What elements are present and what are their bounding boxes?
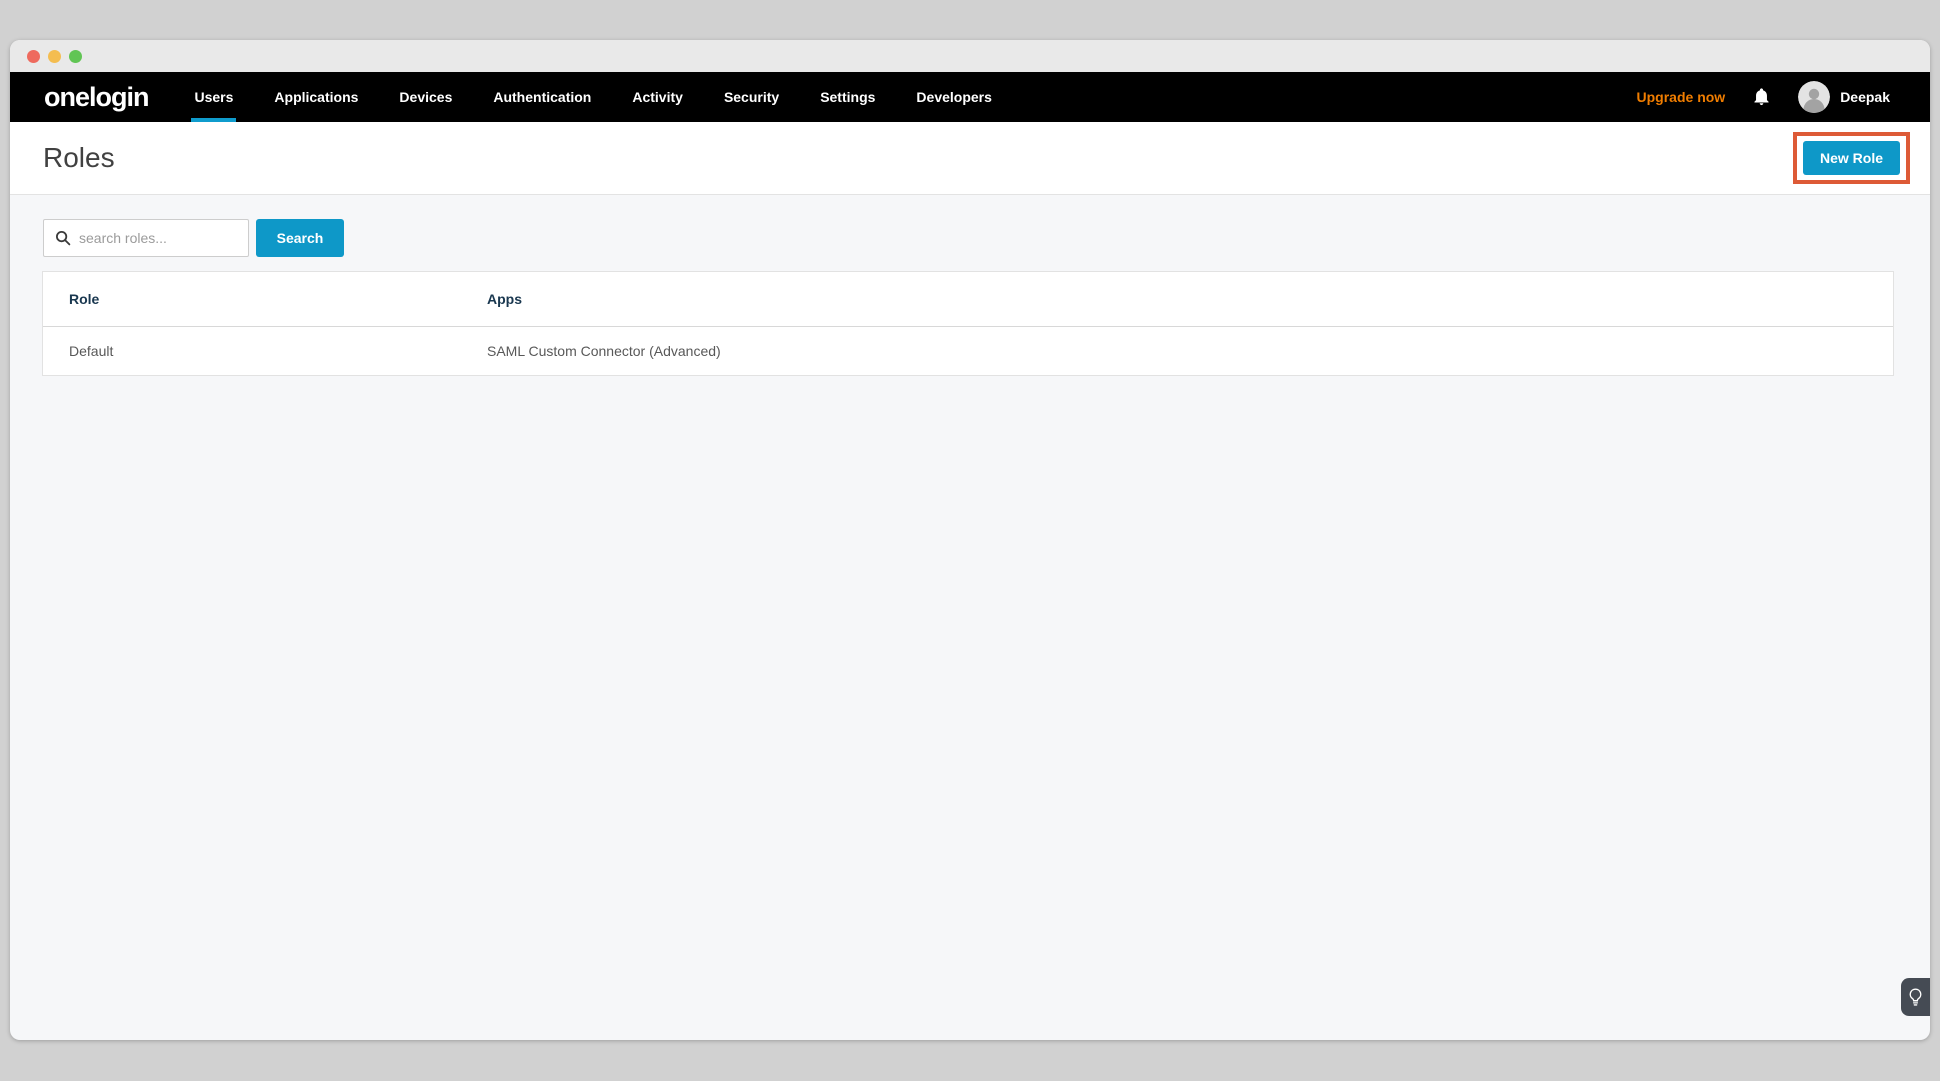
nav-item-applications[interactable]: Applications	[274, 72, 358, 122]
search-box	[43, 219, 249, 257]
user-name-label: Deepak	[1840, 89, 1890, 105]
nav-item-users[interactable]: Users	[194, 72, 233, 122]
table-header-row: Role Apps	[43, 272, 1893, 327]
new-role-button[interactable]: New Role	[1803, 141, 1900, 175]
nav-right-cluster: Upgrade now Deepak	[1637, 72, 1890, 122]
window-close-button[interactable]	[27, 50, 40, 63]
window-minimize-button[interactable]	[48, 50, 61, 63]
window-maximize-button[interactable]	[69, 50, 82, 63]
annotation-highlight-box: New Role	[1793, 132, 1910, 184]
page-header: Roles New Role	[10, 122, 1930, 195]
role-apps-cell: SAML Custom Connector (Advanced)	[487, 343, 1893, 359]
search-input[interactable]	[79, 230, 248, 246]
search-button[interactable]: Search	[256, 219, 344, 257]
table-row[interactable]: Default SAML Custom Connector (Advanced)	[43, 327, 1893, 375]
onelogin-logo[interactable]: onelogin	[44, 82, 148, 113]
window-titlebar	[10, 40, 1930, 72]
nav-item-devices[interactable]: Devices	[399, 72, 452, 122]
upgrade-now-link[interactable]: Upgrade now	[1637, 89, 1726, 105]
search-row: Search	[43, 219, 1930, 257]
nav-item-authentication[interactable]: Authentication	[493, 72, 591, 122]
nav-item-settings[interactable]: Settings	[820, 72, 875, 122]
role-name-cell: Default	[69, 343, 487, 359]
nav-item-security[interactable]: Security	[724, 72, 779, 122]
search-icon	[55, 230, 71, 246]
notifications-button[interactable]	[1752, 87, 1771, 107]
column-header-role: Role	[69, 291, 487, 307]
help-lightbulb-button[interactable]	[1901, 978, 1930, 1016]
nav-bar: onelogin Users Applications Devices Auth…	[10, 72, 1930, 122]
browser-window: onelogin Users Applications Devices Auth…	[10, 40, 1930, 1040]
avatar	[1798, 81, 1830, 113]
nav-item-activity[interactable]: Activity	[632, 72, 683, 122]
nav-item-developers[interactable]: Developers	[916, 72, 991, 122]
user-avatar-icon	[1798, 81, 1830, 113]
user-menu[interactable]: Deepak	[1798, 81, 1890, 113]
column-header-apps: Apps	[487, 291, 1893, 307]
roles-table: Role Apps Default SAML Custom Connector …	[42, 271, 1894, 376]
page-title: Roles	[43, 142, 115, 174]
bell-icon	[1752, 87, 1771, 107]
nav-items: Users Applications Devices Authenticatio…	[194, 72, 991, 122]
lightbulb-icon	[1909, 988, 1922, 1007]
